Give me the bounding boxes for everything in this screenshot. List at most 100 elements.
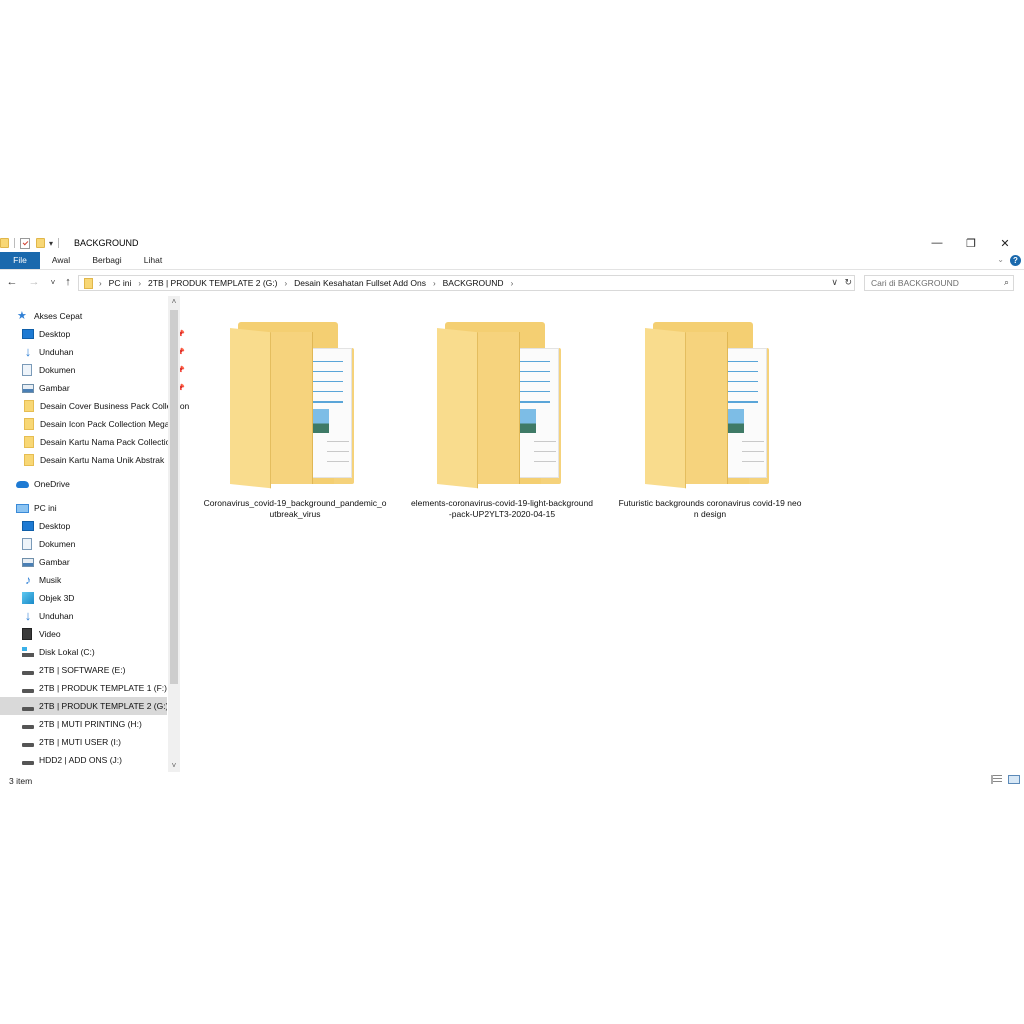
sidebar-item-folder[interactable]: Desain Icon Pack Collection Mega <box>0 415 190 433</box>
sidebar-item-drive-h[interactable]: 2TB | MUTI PRINTING (H:) <box>0 715 189 733</box>
expand-ribbon-icon[interactable]: ⌄ <box>997 255 1004 264</box>
breadcrumb-folder[interactable]: Desain Kesahatan Fullset Add Ons <box>294 278 426 288</box>
line <box>313 381 343 382</box>
breadcrumb-drive[interactable]: 2TB | PRODUK TEMPLATE 2 (G:) <box>148 278 277 288</box>
sidebar-item-label: Desktop <box>39 521 70 531</box>
chevron-right-icon[interactable]: › <box>284 279 287 288</box>
sidebar-item-quick-access[interactable]: ★ Akses Cepat <box>17 307 184 325</box>
folder-name[interactable]: elements-coronavirus-covid-19-light-back… <box>402 498 602 520</box>
sidebar-item-desktop[interactable]: Desktop <box>0 517 189 535</box>
sidebar-item-label: PC ini <box>34 503 57 513</box>
sidebar-item-folder[interactable]: Desain Kartu Nama Unik Abstrak <box>0 451 190 469</box>
sidebar-item-desktop[interactable]: Desktop 📌 <box>0 325 189 343</box>
refresh-icon[interactable]: ↻ <box>844 277 852 288</box>
folder-front <box>645 328 686 488</box>
sidebar-item-folder[interactable]: Desain Cover Business Pack Collection <box>0 397 190 415</box>
sidebar-item-this-pc[interactable]: PC ini <box>0 499 183 517</box>
ribbon: File Awal Berbagi Lihat ⌄ ? <box>0 252 1024 270</box>
sidebar-item-onedrive[interactable]: OneDrive <box>0 475 183 493</box>
scrollbar-thumb[interactable] <box>170 310 178 684</box>
line <box>313 361 343 362</box>
line <box>313 401 343 403</box>
close-button[interactable]: ✕ <box>988 234 1022 252</box>
drive-icon <box>22 725 34 729</box>
help-icon[interactable]: ? <box>1010 255 1021 266</box>
sidebar-item-downloads[interactable]: ↓ Unduhan <box>0 607 189 625</box>
sidebar-item-pictures[interactable]: Gambar <box>0 553 189 571</box>
folder-name[interactable]: Coronavirus_covid-19_background_pandemic… <box>195 498 395 520</box>
chevron-right-icon[interactable]: › <box>511 279 514 288</box>
sidebar-item-music[interactable]: ♪ Musik <box>0 571 189 589</box>
quick-access-toolbar: ▾ <box>0 237 64 249</box>
scroll-down-icon[interactable]: ˅ <box>168 760 180 772</box>
sidebar-item-videos[interactable]: Video <box>0 625 189 643</box>
line <box>534 441 556 442</box>
line <box>520 361 550 362</box>
folder-name[interactable]: Futuristic backgrounds coronavirus covid… <box>610 498 810 520</box>
line <box>728 361 758 362</box>
drive-icon <box>22 671 34 675</box>
forward-button[interactable]: → <box>27 275 41 290</box>
folder-front <box>437 328 478 488</box>
sidebar-item-3d-objects[interactable]: Objek 3D <box>0 589 189 607</box>
line <box>728 371 758 372</box>
sidebar-item-downloads[interactable]: ↓ Unduhan 📌 <box>0 343 189 361</box>
customize-toolbar-icon[interactable]: ▾ <box>49 239 53 248</box>
sidebar-item-drive-e[interactable]: 2TB | SOFTWARE (E:) <box>0 661 189 679</box>
chevron-right-icon[interactable]: › <box>99 279 102 288</box>
tab-berbagi[interactable]: Berbagi <box>86 252 128 269</box>
breadcrumb-current[interactable]: BACKGROUND <box>443 278 504 288</box>
sidebar-item-drive-j[interactable]: HDD2 | ADD ONS (J:) <box>0 751 189 769</box>
details-view-icon[interactable] <box>991 775 1002 784</box>
restore-button[interactable]: ❐ <box>954 234 988 252</box>
address-history-dropdown[interactable]: ∨ <box>831 277 838 288</box>
sidebar-item-label: Video <box>39 629 61 639</box>
sidebar-item-label: Desain Kartu Nama Pack Collection <box>40 437 175 447</box>
sidebar-item-label: 2TB | SOFTWARE (E:) <box>39 665 125 675</box>
chevron-right-icon[interactable]: › <box>138 279 141 288</box>
line <box>313 371 343 372</box>
folder-icon <box>230 320 360 490</box>
sidebar-item-label: Desktop <box>39 329 70 339</box>
sidebar-item-documents[interactable]: Dokumen 📌 <box>0 361 189 379</box>
minimize-button[interactable]: — <box>920 234 954 252</box>
sidebar-item-pictures[interactable]: Gambar 📌 <box>0 379 189 397</box>
music-icon: ♪ <box>22 574 34 586</box>
back-button[interactable]: ← <box>5 275 19 290</box>
sidebar-item-label: HDD2 | ADD ONS (J:) <box>39 755 122 765</box>
scroll-up-icon[interactable]: ˄ <box>168 296 180 308</box>
search-icon[interactable]: ⌕ <box>1004 277 1009 288</box>
tab-lihat[interactable]: Lihat <box>136 252 170 269</box>
search-input[interactable]: Cari di BACKGROUND <box>871 278 959 288</box>
folder-item[interactable]: Futuristic backgrounds coronavirus covid… <box>610 320 810 520</box>
new-folder-icon[interactable] <box>36 238 45 248</box>
folder-icon[interactable] <box>0 238 9 248</box>
folder-item[interactable]: Coronavirus_covid-19_background_pandemic… <box>195 320 395 520</box>
address-bar[interactable]: › PC ini › 2TB | PRODUK TEMPLATE 2 (G:) … <box>78 275 855 291</box>
sidebar-item-drive-c[interactable]: Disk Lokal (C:) <box>0 643 189 661</box>
line <box>728 381 758 382</box>
sidebar-scrollbar[interactable]: ˄ ˅ <box>168 296 180 772</box>
sidebar-item-documents[interactable]: Dokumen <box>0 535 189 553</box>
up-button[interactable]: ↑ <box>61 275 75 290</box>
tab-awal[interactable]: Awal <box>44 252 78 269</box>
tab-file[interactable]: File <box>0 252 40 269</box>
line <box>742 461 764 462</box>
folder-item[interactable]: elements-coronavirus-covid-19-light-back… <box>402 320 602 520</box>
line <box>728 391 758 392</box>
sidebar-item-folder[interactable]: Desain Kartu Nama Pack Collection <box>0 433 190 451</box>
desktop-icon <box>22 329 34 339</box>
sidebar-item-drive-g[interactable]: 2TB | PRODUK TEMPLATE 2 (G:) <box>0 697 167 715</box>
recent-locations-button[interactable]: ˅ <box>46 275 60 290</box>
sidebar-item-drive-f[interactable]: 2TB | PRODUK TEMPLATE 1 (F:) <box>0 679 189 697</box>
line <box>313 391 343 392</box>
sidebar-item-drive-i[interactable]: 2TB | MUTI USER (I:) <box>0 733 189 751</box>
sidebar-item-label: 2TB | PRODUK TEMPLATE 1 (F:) <box>39 683 167 693</box>
search-box[interactable]: Cari di BACKGROUND ⌕ <box>864 275 1014 291</box>
line <box>520 401 550 403</box>
properties-icon[interactable] <box>20 238 30 249</box>
chevron-right-icon[interactable]: › <box>433 279 436 288</box>
breadcrumb-pc[interactable]: PC ini <box>109 278 132 288</box>
desktop-icon <box>22 521 34 531</box>
large-icons-view-icon[interactable] <box>1008 775 1020 784</box>
